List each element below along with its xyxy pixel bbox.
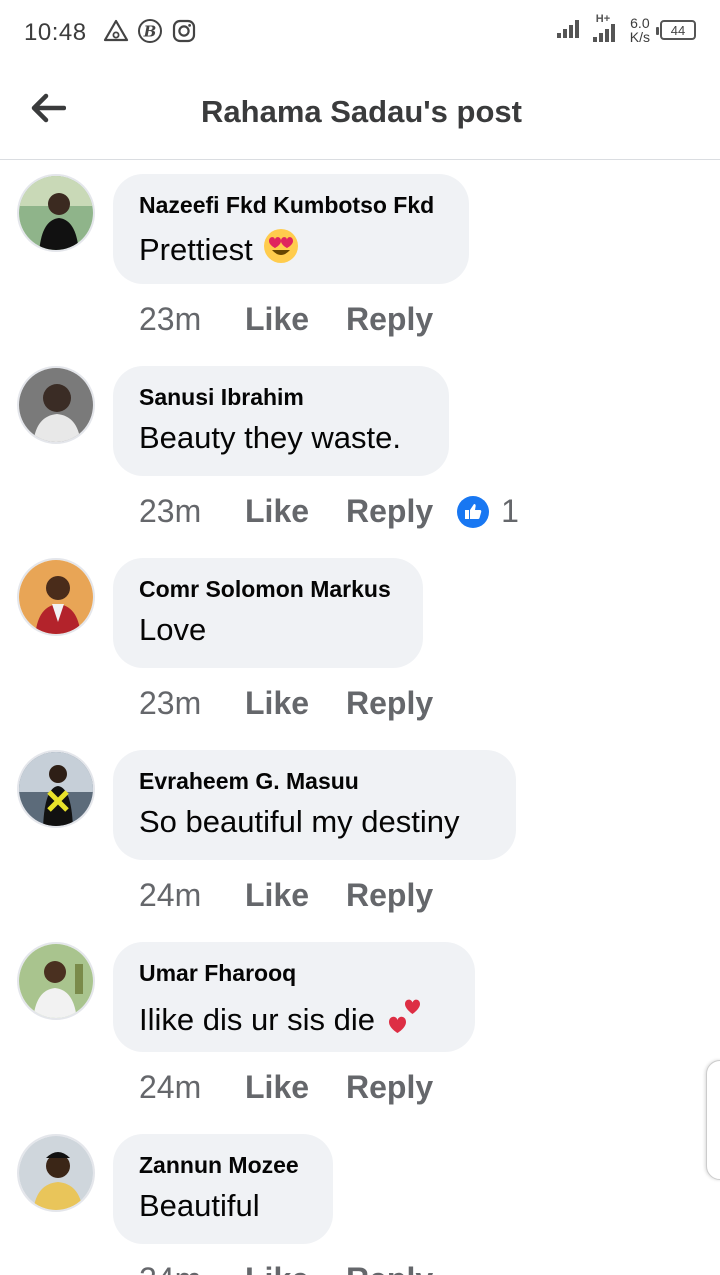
reaction-summary[interactable]: 1 [457, 493, 519, 530]
signal-icon [556, 17, 582, 44]
avatar[interactable] [17, 558, 95, 636]
status-bar: 10:48 B H+ 6.0 K/s 44 [0, 0, 720, 66]
comment-time: 24m [139, 1261, 245, 1275]
instagram-icon [171, 18, 197, 44]
comment-item: Umar Fharooq Ilike dis ur sis die 24m Li… [0, 928, 720, 1120]
comment-bubble[interactable]: Nazeefi Fkd Kumbotso Fkd Prettiest [113, 174, 469, 284]
like-button[interactable]: Like [245, 877, 346, 914]
comment-item: Comr Solomon Markus Love 23m Like Reply [0, 544, 720, 736]
heart-eyes-emoji [263, 228, 299, 272]
alert-triangle-icon [103, 18, 129, 44]
comment-item: Nazeefi Fkd Kumbotso Fkd Prettiest 23m L… [0, 160, 720, 352]
comment-time: 23m [139, 685, 202, 721]
comment-author[interactable]: Sanusi Ibrahim [139, 384, 423, 411]
like-button[interactable]: Like [245, 1261, 346, 1275]
net-speed: 6.0 K/s [630, 16, 650, 44]
comment-item: Sanusi Ibrahim Beauty they waste. 23m Li… [0, 352, 720, 544]
status-right: H+ 6.0 K/s 44 [556, 13, 696, 44]
comment-text: Prettiest [139, 228, 443, 272]
notification-icons: B [103, 18, 197, 44]
comment-text-content: Beauty they waste. [139, 420, 401, 455]
comment-bubble[interactable]: Umar Fharooq Ilike dis ur sis die [113, 942, 475, 1052]
comment-text: Love [139, 612, 397, 648]
like-button[interactable]: Like [245, 493, 346, 530]
post-header: Rahama Sadau's post [0, 66, 720, 160]
avatar[interactable] [17, 750, 95, 828]
comment-text: Beauty they waste. [139, 420, 423, 456]
reply-button[interactable]: Reply [346, 1261, 433, 1275]
like-reaction-icon [457, 495, 490, 528]
status-time: 10:48 [24, 19, 87, 46]
comment-author[interactable]: Zannun Mozee [139, 1152, 307, 1179]
scroll-handle[interactable] [706, 1060, 720, 1180]
avatar[interactable] [17, 1134, 95, 1212]
net-speed-value: 6.0 [630, 15, 650, 31]
comment-meta: 24m Like Reply [139, 877, 433, 914]
b-badge-icon: B [137, 18, 163, 44]
signal-hplus-icon: H+ [592, 13, 620, 43]
comment-author[interactable]: Comr Solomon Markus [139, 576, 397, 603]
comment-meta: 24m Like Reply [139, 1261, 433, 1275]
comment-text-content: Love [139, 612, 207, 647]
comment-bubble[interactable]: Comr Solomon Markus Love [113, 558, 423, 668]
like-button[interactable]: Like [245, 1069, 346, 1106]
comment-text: So beautiful my destiny [139, 804, 490, 840]
like-button[interactable]: Like [245, 685, 346, 722]
reply-button[interactable]: Reply [346, 1069, 433, 1106]
comment-meta: 23m Like Reply [139, 301, 433, 338]
net-speed-unit: K/s [629, 29, 650, 45]
comment-text-content: Beautiful [139, 1188, 260, 1223]
page-title: Rahama Sadau's post [201, 94, 522, 129]
avatar[interactable] [17, 174, 95, 252]
avatar[interactable] [17, 942, 95, 1020]
comment-bubble[interactable]: Sanusi Ibrahim Beauty they waste. [113, 366, 449, 476]
battery-level: 44 [670, 22, 686, 38]
reaction-count: 1 [501, 493, 519, 529]
battery-icon: 44 [656, 20, 696, 40]
reply-button[interactable]: Reply [346, 493, 433, 530]
comment-text-content: Ilike dis ur sis die [139, 1002, 376, 1037]
comment-meta: 23m Like Reply 1 [139, 493, 519, 530]
comment-bubble[interactable]: Zannun Mozee Beautiful [113, 1134, 333, 1244]
like-button[interactable]: Like [245, 301, 346, 338]
avatar[interactable] [17, 366, 95, 444]
comment-author[interactable]: Umar Fharooq [139, 960, 449, 987]
comment-time: 24m [139, 877, 202, 913]
reply-button[interactable]: Reply [346, 685, 433, 722]
comments-list[interactable]: Nazeefi Fkd Kumbotso Fkd Prettiest 23m L… [0, 160, 720, 1275]
comment-time: 23m [139, 493, 202, 529]
reply-button[interactable]: Reply [346, 301, 433, 338]
comment-text: Ilike dis ur sis die [139, 996, 449, 1044]
reply-button[interactable]: Reply [346, 877, 433, 914]
comment-item: Evraheem G. Masuu So beautiful my destin… [0, 736, 720, 928]
comment-author[interactable]: Evraheem G. Masuu [139, 768, 490, 795]
comment-meta: 23m Like Reply [139, 685, 433, 722]
comment-bubble[interactable]: Evraheem G. Masuu So beautiful my destin… [113, 750, 516, 860]
two-hearts-emoji [385, 996, 425, 1044]
comment-text: Beautiful [139, 1188, 307, 1224]
svg-text:B: B [143, 23, 157, 41]
comment-text-content: So beautiful my destiny [139, 804, 460, 839]
comment-time: 23m [139, 301, 202, 337]
comment-time: 24m [139, 1069, 202, 1105]
comment-item: Zannun Mozee Beautiful 24m Like Reply [0, 1120, 720, 1275]
comment-text-content: Prettiest [139, 232, 253, 267]
comment-author[interactable]: Nazeefi Fkd Kumbotso Fkd [139, 192, 443, 219]
comment-meta: 24m Like Reply [139, 1069, 433, 1106]
